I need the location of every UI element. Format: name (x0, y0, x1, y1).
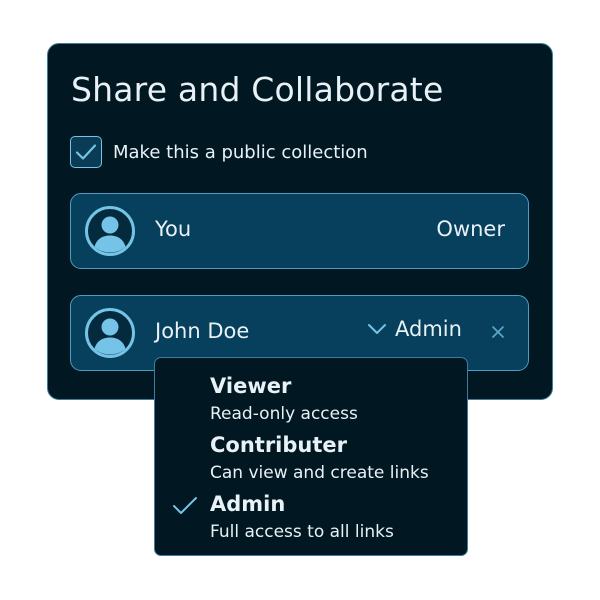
role-option-viewer[interactable]: Viewer Read-only access (155, 374, 467, 430)
checkmark-icon (75, 144, 97, 160)
role-option-description: Full access to all links (210, 522, 394, 542)
role-option-title: Viewer (210, 374, 292, 398)
role-option-description: Can view and create links (210, 463, 429, 483)
public-collection-checkbox[interactable] (70, 136, 102, 168)
public-collection-label: Make this a public collection (113, 141, 368, 163)
role-option-admin[interactable]: Admin Full access to all links (155, 492, 467, 548)
share-dialog: Share and Collaborate Make this a public… (47, 43, 553, 400)
dialog-title: Share and Collaborate (71, 70, 444, 109)
checkmark-icon (173, 497, 197, 514)
role-dropdown[interactable]: Admin (367, 317, 462, 341)
user-avatar-icon (85, 308, 135, 358)
user-avatar-icon (85, 206, 135, 256)
member-name: You (155, 217, 192, 241)
chevron-down-icon (368, 324, 386, 334)
role-option-description: Read-only access (210, 404, 358, 424)
close-icon (492, 326, 504, 338)
remove-member-button[interactable] (488, 322, 508, 342)
role-option-title: Contributer (210, 433, 348, 457)
member-row-owner: You Owner (70, 193, 529, 269)
member-name: John Doe (155, 319, 250, 343)
role-dropdown-value: Admin (395, 317, 462, 341)
public-collection-toggle[interactable]: Make this a public collection (70, 136, 368, 168)
member-role-owner: Owner (436, 217, 505, 241)
role-option-contributer[interactable]: Contributer Can view and create links (155, 433, 467, 489)
role-option-title: Admin (210, 492, 286, 516)
role-menu: Viewer Read-only access Contributer Can … (154, 357, 468, 556)
